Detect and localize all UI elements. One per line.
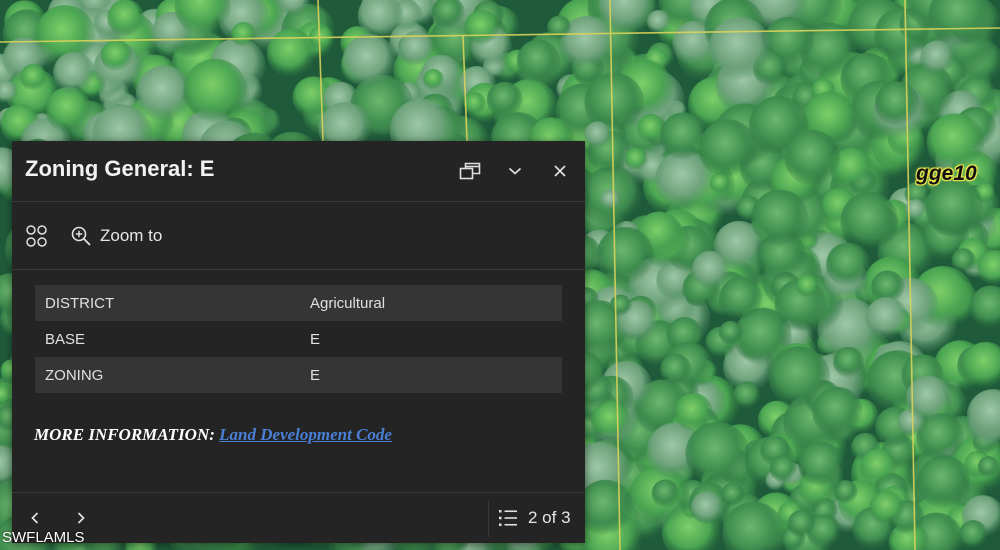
tree-crown [718, 320, 743, 345]
feature-list-button[interactable]: 2 of 3 [498, 505, 571, 531]
list-icon [499, 510, 517, 526]
tree-crown [547, 15, 572, 40]
tree-crown [423, 69, 444, 90]
actions-grid-icon [26, 225, 47, 247]
footer-divider [488, 501, 489, 537]
tree-crown [183, 58, 247, 123]
tree-crown [266, 28, 316, 78]
tree-crown [596, 226, 655, 285]
chevron-left-icon [31, 512, 39, 524]
tree-crown [600, 189, 621, 210]
tree-crown [733, 381, 761, 409]
attribute-value: Agricultural [300, 285, 562, 321]
tree-crown [874, 81, 920, 127]
popup-header: Zoning General: E [12, 141, 585, 202]
tree-crown [787, 509, 816, 538]
tree-crown [869, 490, 905, 525]
tree-crown [833, 346, 865, 378]
table-row: ZONING E [35, 357, 562, 393]
tree-crown [584, 121, 612, 149]
tree-crown [20, 63, 47, 91]
tree-crown [812, 386, 863, 437]
tree-crown [231, 22, 256, 47]
zoom-to-button[interactable]: Zoom to [70, 222, 162, 250]
close-button[interactable] [548, 159, 572, 183]
tree-crown [840, 192, 899, 250]
tree-crown [698, 119, 757, 178]
table-row: DISTRICT Agricultural [35, 285, 562, 321]
previous-feature-button[interactable] [24, 507, 46, 529]
attribute-field: BASE [45, 330, 86, 348]
tree-crown [516, 39, 561, 83]
tree-crown [651, 479, 680, 508]
popup-footer: 2 of 3 [12, 492, 585, 544]
tree-crown [45, 86, 92, 133]
tree-crown [917, 455, 971, 509]
popup-actions: Zoom to [12, 202, 585, 270]
actions-menu-button[interactable] [25, 224, 49, 248]
attribute-value: E [310, 330, 321, 348]
tree-crown [719, 277, 763, 321]
tree-crown [859, 448, 897, 486]
tree-crown [463, 92, 486, 115]
tree-crown [624, 147, 648, 171]
dock-button[interactable] [458, 159, 482, 183]
tree-crown [674, 393, 713, 432]
more-information-label: MORE INFORMATION: [34, 425, 215, 444]
tree-crown [721, 482, 745, 507]
attribute-field: ZONING [35, 357, 300, 393]
attribute-value: E [300, 357, 562, 393]
tree-crown [951, 248, 976, 273]
tree-crown [784, 130, 841, 186]
feature-popup: Zoning General: E Zoom to DISTRICT Agric… [12, 141, 585, 543]
tree-crown [577, 479, 634, 536]
tree-crown [691, 250, 731, 290]
tree-crown [107, 0, 145, 37]
tree-crown [690, 491, 724, 525]
zoom-in-icon [71, 226, 91, 246]
tree-crown [925, 178, 984, 237]
feature-pager: 2 of 3 [528, 508, 571, 527]
tree-crown [609, 294, 632, 317]
collapse-button[interactable] [503, 159, 527, 183]
attribute-table: DISTRICT Agricultural BASE E ZONING E [35, 285, 562, 393]
tree-crown [100, 39, 133, 72]
more-information: MORE INFORMATION: Land Development Code [34, 425, 392, 445]
attribute-field: DISTRICT [35, 285, 300, 321]
watermark: SWFLAMLS [2, 529, 85, 546]
tree-crown [958, 520, 988, 549]
land-development-code-link[interactable]: Land Development Code [219, 425, 392, 444]
close-icon [554, 165, 566, 177]
tree-crown [751, 189, 809, 247]
tree-crown [865, 297, 908, 340]
tree-crown [685, 421, 750, 486]
dock-icon [459, 162, 481, 180]
tree-crown [464, 10, 500, 46]
tree-crown [796, 274, 819, 298]
tree-crown [977, 456, 1000, 478]
popup-title: Zoning General: E [25, 156, 215, 181]
table-row: BASE E [35, 321, 562, 357]
next-feature-button[interactable] [70, 507, 92, 529]
tree-crown [660, 353, 692, 385]
chevron-right-icon [77, 512, 85, 524]
tree-crown [342, 34, 397, 88]
tree-crown [769, 455, 797, 483]
tree-crown [708, 16, 772, 81]
chevron-down-icon [508, 167, 522, 175]
tree-crown [53, 51, 96, 95]
tree-crown [920, 40, 955, 75]
tree-crown [798, 441, 845, 488]
zoom-to-label: Zoom to [100, 226, 163, 245]
tree-crown [486, 81, 523, 118]
parcel-label: gge10 [916, 162, 977, 185]
